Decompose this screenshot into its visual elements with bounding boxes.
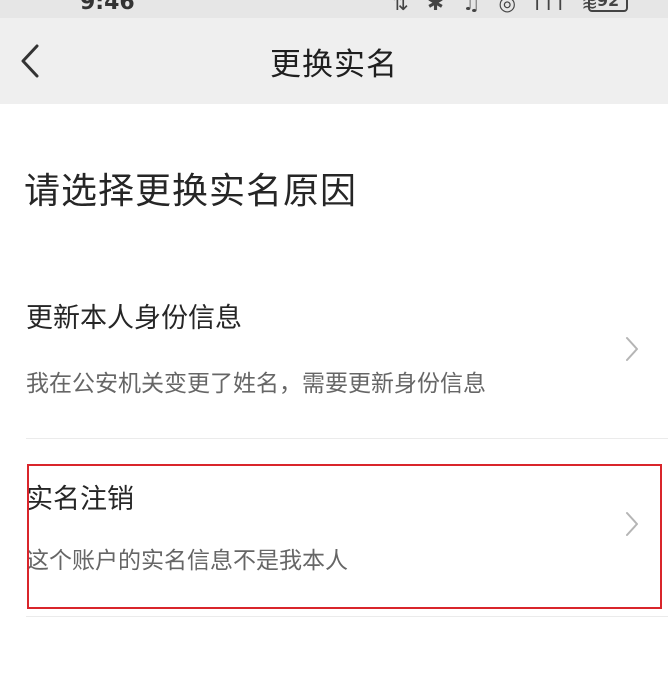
status-bar: 9:46 ⇅ ✱ ♫ ◎ ıll ≋ 92 — [0, 0, 668, 18]
divider — [26, 438, 668, 439]
main-content: 请选择更换实名原因 更新本人身份信息 我在公安机关变更了姓名，需要更新身份信息 … — [0, 104, 668, 690]
status-time: 9:46 — [80, 0, 135, 15]
page-title: 更换实名 — [270, 46, 398, 83]
battery-icon: 92 — [588, 0, 628, 12]
option-title: 更新本人身份信息 — [26, 303, 242, 334]
status-indicators: ⇅ ✱ ♫ ◎ ıll ≋ — [392, 0, 605, 15]
section-heading: 请选择更换实名原因 — [24, 171, 358, 212]
nav-bar: 更换实名 — [0, 18, 668, 104]
option-description: 我在公安机关变更了姓名，需要更新身份信息 — [26, 371, 486, 397]
option-update-identity[interactable]: 更新本人身份信息 我在公安机关变更了姓名，需要更新身份信息 — [0, 284, 668, 434]
option-title: 实名注销 — [26, 484, 134, 515]
chevron-right-icon — [626, 337, 638, 361]
divider — [26, 616, 668, 617]
option-description: 这个账户的实名信息不是我本人 — [26, 548, 348, 574]
chevron-right-icon — [626, 512, 638, 536]
option-cancel-real-name[interactable]: 实名注销 这个账户的实名信息不是我本人 — [0, 459, 668, 609]
